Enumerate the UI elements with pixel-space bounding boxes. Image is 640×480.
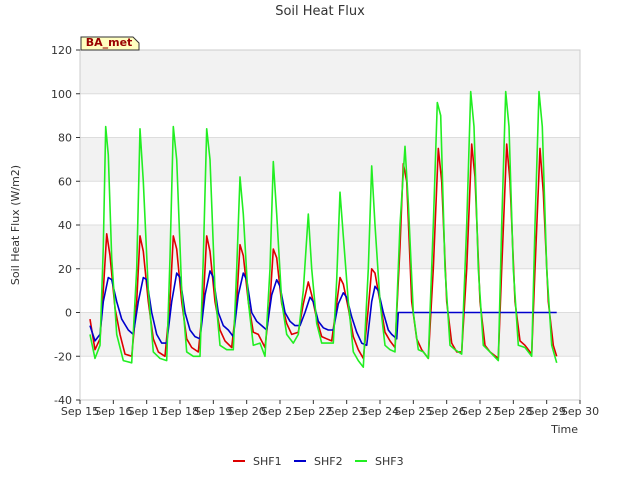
y-axis-label: Soil Heat Flux (W/m2) [9, 165, 22, 285]
badge: BA_met [80, 36, 140, 51]
y-tick-label: 80 [58, 132, 72, 145]
y-tick-label: 20 [58, 263, 72, 276]
legend-label: SHF2 [314, 455, 343, 468]
legend-item-shf1: SHF1 [233, 455, 282, 468]
plot-band [80, 225, 580, 269]
legend-label: SHF1 [253, 455, 282, 468]
y-tick-label: 0 [65, 307, 72, 320]
chart-title: Soil Heat Flux [275, 4, 365, 19]
x-axis-label: Time [550, 423, 578, 436]
legend-item-shf3: SHF3 [355, 455, 404, 468]
y-tick-label: 120 [51, 44, 72, 57]
badge-label: BA_met [86, 36, 133, 49]
legend-label: SHF3 [375, 455, 404, 468]
chart: Soil Heat Flux -40-20020406080100120 Sep… [9, 4, 599, 468]
legend-item-shf2: SHF2 [294, 455, 343, 468]
plot-band [80, 50, 580, 94]
y-tick-label: 60 [58, 175, 72, 188]
y-tick-label: 40 [58, 219, 72, 232]
y-axis: -40-20020406080100120 [51, 44, 80, 407]
plot-band [80, 312, 580, 357]
x-axis: Sep 15Sep 16Sep 17Sep 18Sep 19Sep 20Sep … [61, 400, 599, 418]
legend: SHF1 SHF2 SHF3 [233, 455, 404, 468]
y-tick-label: 100 [51, 88, 72, 101]
y-tick-label: -20 [54, 350, 72, 363]
x-tick-label: Sep 30 [561, 405, 599, 418]
